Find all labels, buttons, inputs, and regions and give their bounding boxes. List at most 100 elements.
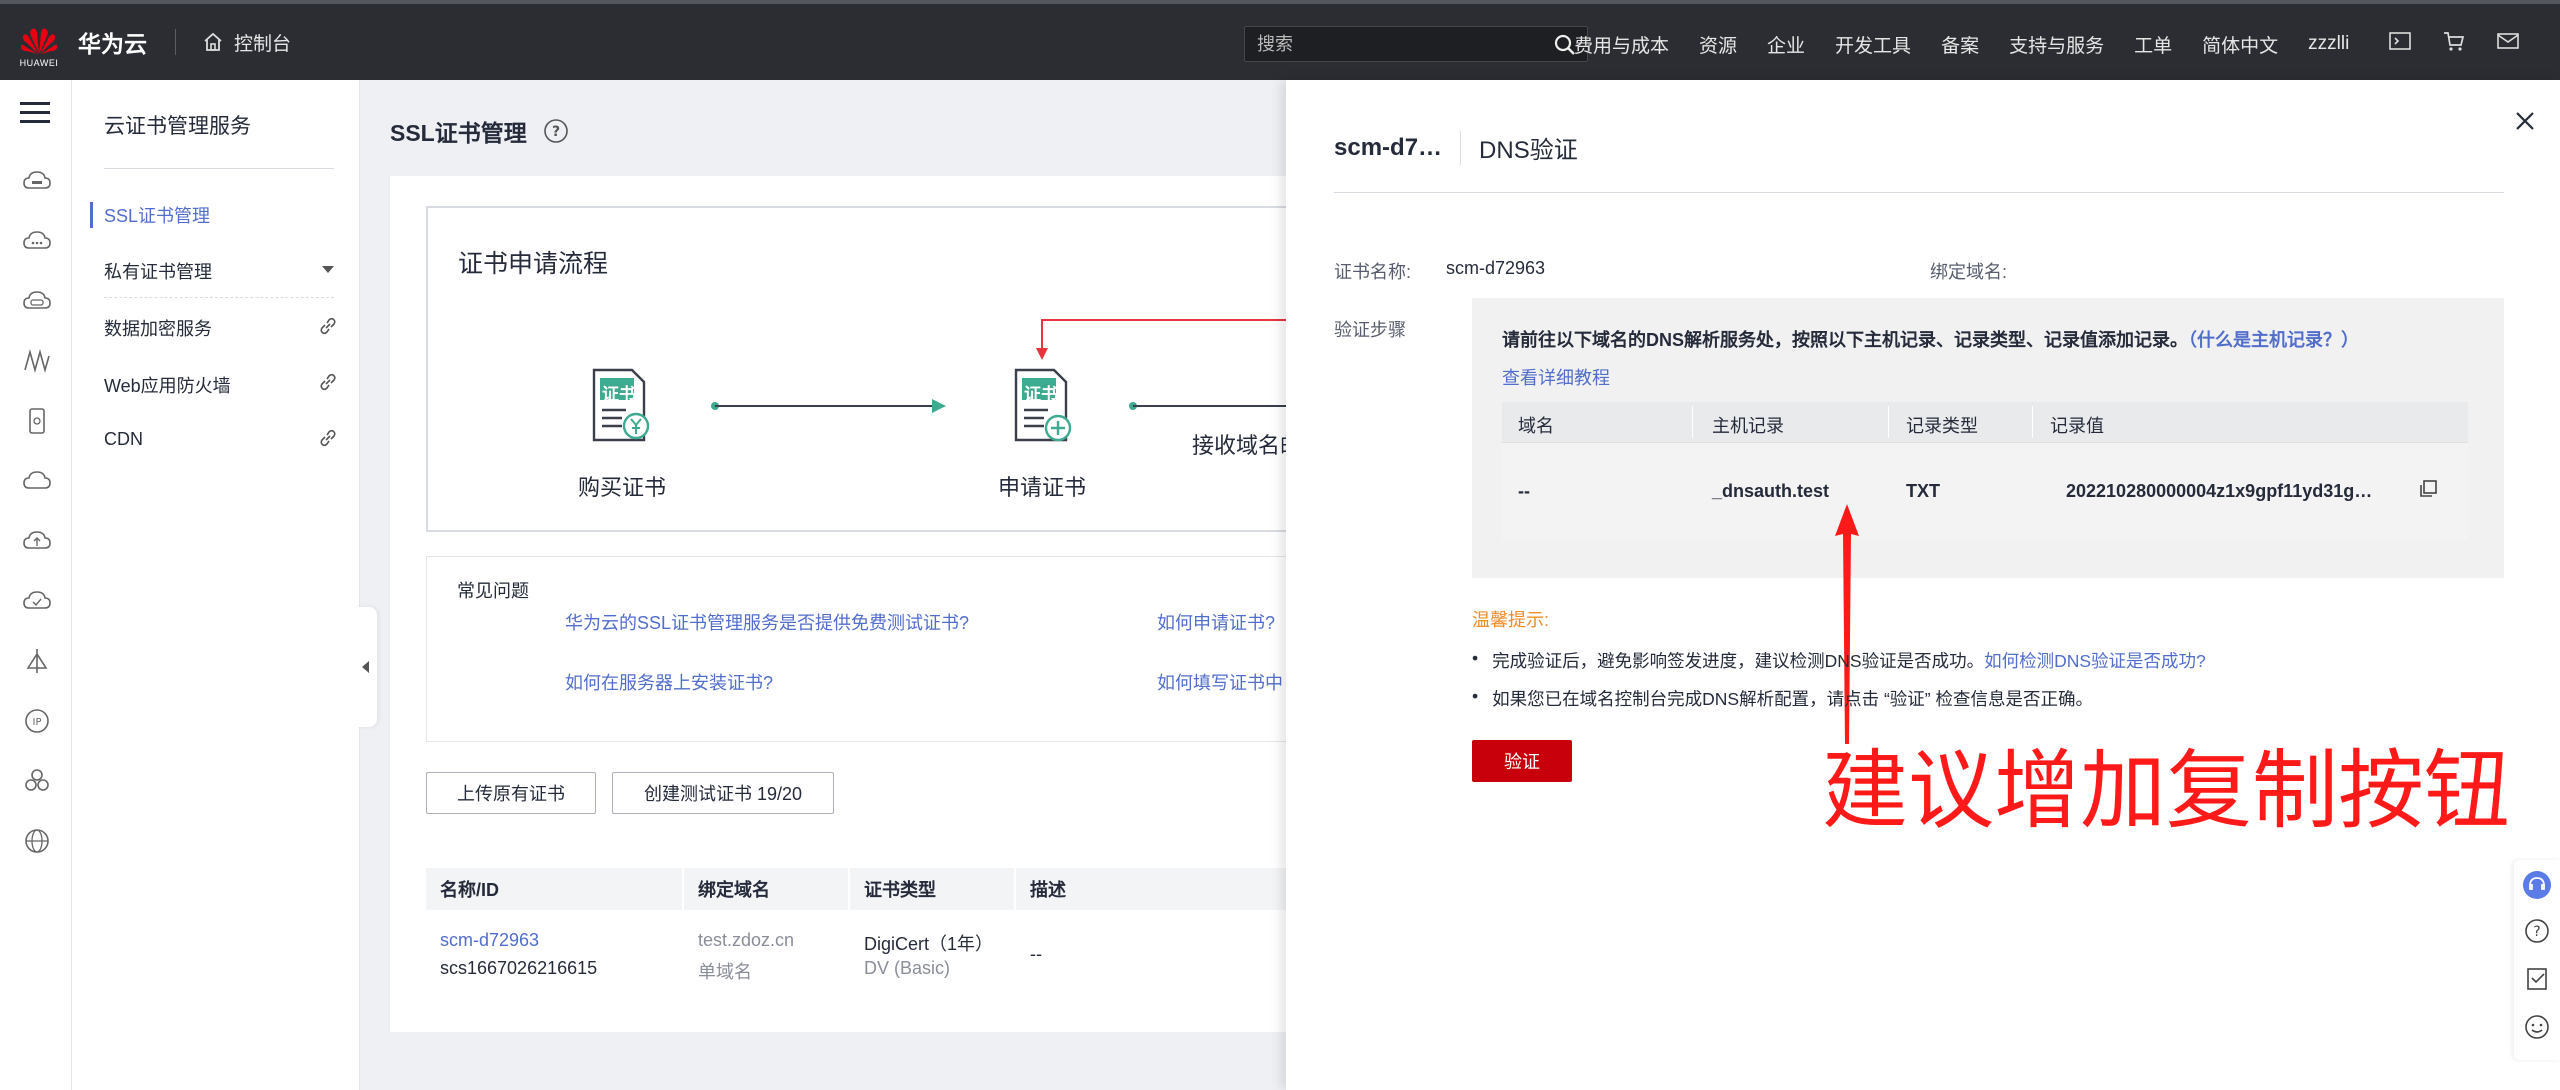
cert-id: scs1667026216615 — [440, 958, 598, 978]
tips-title: 温馨提示: — [1472, 610, 1550, 630]
sidebar-item-encryption[interactable]: 数据加密服务 — [104, 315, 212, 341]
product-icon-rail: IP — [0, 80, 72, 1090]
nav-username[interactable]: zzzlli — [2308, 33, 2349, 55]
service-title: 云证书管理服务 — [104, 115, 251, 138]
close-icon[interactable] — [2512, 108, 2538, 134]
check-dns-link[interactable]: 如何检测DNS验证是否成功? — [1984, 651, 2206, 671]
top-nav-links: 费用与成本 资源 企业 开发工具 备案 支持与服务 工单 简体中文 zzzlli — [1574, 4, 2349, 84]
sidebar-item-ssl[interactable]: SSL证书管理 — [104, 202, 210, 228]
upload-cert-button[interactable]: 上传原有证书 — [426, 772, 596, 814]
huawei-cloud-logo[interactable]: HUAWEI 华为云 — [0, 16, 147, 68]
cert-name-label: 证书名称: — [1334, 262, 1412, 282]
help-icon[interactable]: ? — [543, 118, 569, 144]
cert-badge: 证书 — [1024, 385, 1058, 404]
external-link-icon[interactable] — [318, 428, 338, 448]
column-header-desc: 描述 — [1016, 868, 1326, 910]
cluster-icon[interactable] — [22, 766, 52, 796]
cloud-icon[interactable] — [22, 226, 52, 256]
verify-button[interactable]: 验证 — [1472, 740, 1572, 782]
cloud-database-icon[interactable] — [22, 286, 52, 316]
cert-desc: -- — [1030, 944, 1042, 964]
customer-service-icon[interactable] — [2522, 870, 2552, 900]
deploy-icon[interactable] — [22, 646, 52, 676]
nav-language[interactable]: 简体中文 — [2202, 31, 2278, 58]
divider — [1334, 192, 2504, 193]
column-header-domain: 域名 — [1518, 416, 1554, 436]
feedback-icon[interactable] — [2524, 966, 2550, 992]
logo-text: 华为云 — [78, 31, 147, 57]
faq-link-fill-cert[interactable]: 如何填写证书中 — [1157, 669, 1283, 695]
instruction-body: 请前往以下域名的DNS解析服务处，按照以下主机记录、记录类型、记录值添加记录。 — [1502, 330, 2189, 350]
faq-link-free-test-cert[interactable]: 华为云的SSL证书管理服务是否提供免费测试证书? — [565, 609, 969, 635]
sidebar-item-waf[interactable]: Web应用防火墙 — [104, 372, 231, 398]
brand-text: HUAWEI — [19, 58, 59, 68]
divider — [2032, 406, 2033, 438]
svg-text:?: ? — [552, 124, 560, 140]
column-header-record-value: 记录值 — [2050, 416, 2104, 436]
cert-domain: test.zdoz.cn — [698, 930, 795, 950]
sidebar-item-cdn[interactable]: CDN — [104, 429, 143, 450]
nav-enterprise[interactable]: 企业 — [1767, 31, 1805, 58]
search-input[interactable] — [1257, 33, 1547, 55]
page-title-text: SSL证书管理 — [390, 120, 527, 146]
search-box[interactable] — [1244, 26, 1588, 62]
terminal-icon[interactable] — [2388, 30, 2412, 52]
cert-name-link[interactable]: scm-d72963 — [440, 930, 539, 951]
faq-panel: 常见问题 华为云的SSL证书管理服务是否提供免费测试证书? 如何申请证书? 如何… — [426, 556, 1326, 742]
faq-link-install-cert[interactable]: 如何在服务器上安装证书? — [565, 669, 773, 695]
nav-icp[interactable]: 备案 — [1941, 31, 1979, 58]
nav-support[interactable]: 支持与服务 — [2009, 31, 2104, 58]
divider — [1692, 406, 1693, 438]
menu-icon[interactable] — [20, 100, 50, 126]
smile-icon[interactable] — [2524, 1014, 2550, 1040]
help-icon[interactable]: ? — [2524, 918, 2550, 944]
nav-cost[interactable]: 费用与成本 — [1574, 31, 1669, 58]
record-type: TXT — [1906, 481, 1940, 501]
column-header-domain: 绑定域名 — [684, 868, 848, 910]
top-icons — [2388, 30, 2520, 52]
copy-icon[interactable] — [2418, 479, 2438, 499]
cloud-check-icon[interactable] — [22, 586, 52, 616]
nav-resources[interactable]: 资源 — [1699, 31, 1737, 58]
mobile-icon[interactable] — [22, 406, 52, 436]
table-row: -- _dnsauth.test TXT 202210280000004z1x9… — [1502, 442, 2468, 540]
create-test-cert-button[interactable]: 创建测试证书 19/20 — [612, 772, 834, 814]
annotation-text: 建议增加复制按钮 — [1822, 741, 2510, 841]
nav-devtools[interactable]: 开发工具 — [1835, 31, 1911, 58]
divider — [1460, 130, 1462, 165]
nav-tickets[interactable]: 工单 — [2134, 31, 2172, 58]
console-link[interactable]: 控制台 — [202, 29, 291, 56]
tutorial-link[interactable]: 查看详细教程 — [1502, 364, 1610, 390]
external-link-icon[interactable] — [318, 372, 338, 392]
external-link-icon[interactable] — [318, 316, 338, 336]
drawer-cert-name: scm-d7… — [1334, 133, 1443, 161]
globe-icon[interactable] — [22, 826, 52, 856]
what-is-host-record-link[interactable]: （什么是主机记录？） — [2188, 330, 2359, 350]
bullet: • — [1472, 648, 1479, 668]
cert-domain-type: 单域名 — [698, 962, 752, 982]
tip-text: 如果您已在域名控制台完成DNS解析配置，请点击 “验证” 检查信息是否正确。 — [1492, 689, 2093, 709]
instruction-text: 请前往以下域名的DNS解析服务处，按照以下主机记录、记录类型、记录值添加记录。（… — [1502, 326, 2359, 352]
page-title: SSL证书管理 ? — [390, 114, 569, 148]
step-buy: 购买证书 — [578, 475, 667, 500]
svg-text:IP: IP — [33, 717, 42, 728]
dns-verification-drawer: scm-d7… DNS验证 证书名称: scm-d72963 绑定域名: 验证步… — [1286, 80, 2560, 1090]
cart-icon[interactable] — [2442, 30, 2466, 52]
cloud-server-icon[interactable] — [22, 166, 52, 196]
cloud-storage-icon[interactable] — [22, 466, 52, 496]
divider — [1888, 406, 1889, 438]
ip-icon[interactable]: IP — [22, 706, 52, 736]
cloud-upload-icon[interactable] — [22, 526, 52, 556]
cert-level: DV (Basic) — [864, 958, 951, 978]
mail-icon[interactable] — [2496, 30, 2520, 52]
cert-type: DigiCert（1年） — [864, 934, 994, 954]
sidebar-collapse-toggle[interactable] — [355, 607, 377, 727]
tip-item: • 完成验证后，避免影响签发进度，建议检测DNS验证是否成功。如何检测DNS验证… — [1472, 648, 2206, 673]
chevron-down-icon[interactable] — [322, 266, 334, 273]
cert-name-value: scm-d72963 — [1446, 258, 1546, 278]
network-icon[interactable] — [22, 346, 52, 376]
tip-item: • 如果您已在域名控制台完成DNS解析配置，请点击 “验证” 检查信息是否正确。 — [1472, 686, 2093, 711]
faq-title: 常见问题 — [457, 581, 529, 601]
sidebar-item-private-cert[interactable]: 私有证书管理 — [104, 258, 212, 284]
faq-link-apply-cert[interactable]: 如何申请证书? — [1157, 609, 1275, 635]
